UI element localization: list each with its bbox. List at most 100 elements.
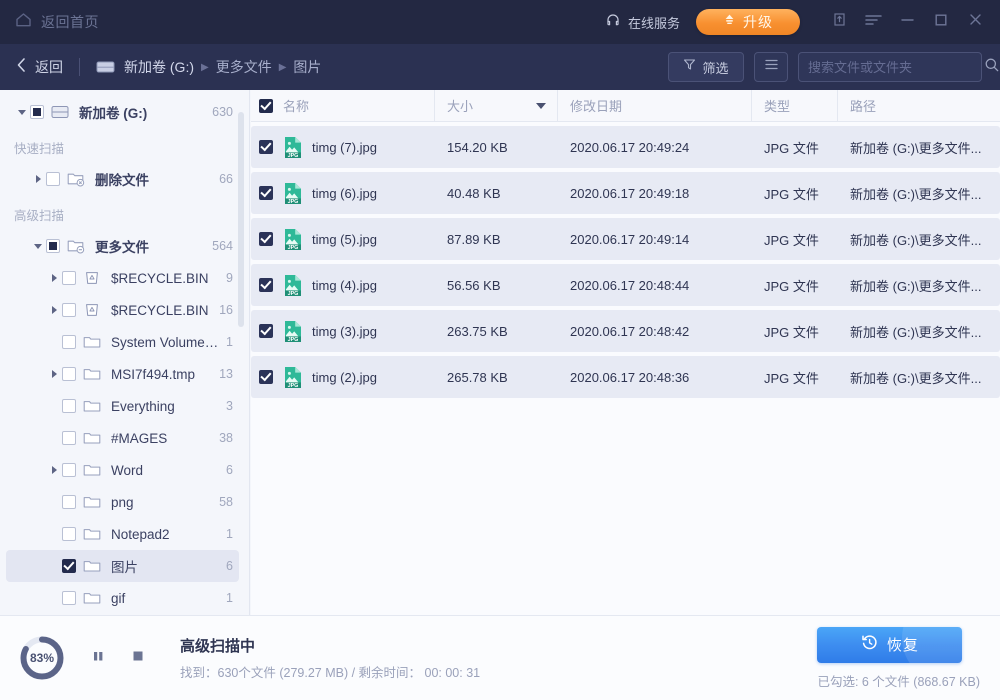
column-label-path: 路径 [850, 96, 876, 115]
tree-item-checkbox[interactable] [62, 303, 76, 317]
tree-item-checkbox[interactable] [46, 239, 60, 253]
tree-item-notepad2[interactable]: Notepad21 [6, 518, 239, 550]
column-label-type: 类型 [764, 96, 790, 115]
row-checkbox[interactable] [259, 140, 273, 154]
column-header-size[interactable]: 大小 [435, 90, 558, 121]
folder-tree: 新加卷 (G:)630快速扫描删除文件66高级扫描更多文件564$RECYCLE… [0, 90, 249, 615]
tree-item-checkbox[interactable] [62, 399, 76, 413]
tree-item-checkbox[interactable] [62, 559, 76, 573]
expand-arrow-down-icon[interactable] [30, 244, 46, 249]
tree-item-checkbox[interactable] [62, 463, 76, 477]
tree-item-checkbox[interactable] [30, 105, 44, 119]
tree-item-label: 更多文件 [95, 236, 206, 256]
row-checkbox[interactable] [259, 186, 273, 200]
menu-button[interactable] [856, 0, 890, 44]
jpg-file-icon: JPG [283, 366, 303, 389]
scan-status: 高级扫描中 找到：630个文件 (279.27 MB) / 剩余时间： 00: … [180, 635, 480, 681]
tree-item-checkbox[interactable] [62, 367, 76, 381]
expand-arrow-down-icon[interactable] [14, 110, 30, 115]
drive-icon [96, 59, 115, 75]
filter-button[interactable]: 筛选 [668, 52, 744, 82]
expand-arrow-right-icon[interactable] [46, 466, 62, 474]
table-row[interactable]: JPGtimg (6).jpg40.48 KB2020.06.17 20:49:… [251, 172, 1000, 214]
tree-item-word[interactable]: Word6 [6, 454, 239, 486]
app-window: 返回首页 在线服务 升级 [0, 0, 1000, 700]
tree-item-checkbox[interactable] [62, 527, 76, 541]
breadcrumb-arrow-icon: ▶ [201, 62, 209, 73]
file-name-label: timg (5).jpg [312, 232, 377, 247]
tree-item-png[interactable]: png58 [6, 486, 239, 518]
tree-item-label: Notepad2 [111, 527, 220, 542]
tree-item-msi7f494-tmp[interactable]: MSI7f494.tmp13 [6, 358, 239, 390]
expand-arrow-right-icon[interactable] [46, 274, 62, 282]
table-row[interactable]: JPGtimg (2).jpg265.78 KB2020.06.17 20:48… [251, 356, 1000, 398]
search-icon[interactable] [984, 57, 1000, 78]
back-button[interactable]: 返回 [16, 57, 63, 78]
recycle-bin-icon [83, 270, 103, 286]
row-checkbox[interactable] [259, 278, 273, 292]
sidebar-scrollbar[interactable] [238, 112, 244, 327]
cell-name: JPGtimg (2).jpg [251, 366, 435, 389]
tree-item-更多文件[interactable]: 更多文件564 [6, 230, 239, 262]
column-header-path[interactable]: 路径 [838, 90, 1000, 121]
nav-actions: 筛选 [668, 52, 982, 82]
close-button[interactable] [958, 0, 992, 44]
expand-arrow-right-icon[interactable] [46, 306, 62, 314]
cell-name: JPGtimg (3).jpg [251, 320, 435, 343]
tree-item-图片[interactable]: 图片6 [6, 550, 239, 582]
folder-icon [83, 334, 103, 350]
tree-item-gif[interactable]: gif1 [6, 582, 239, 614]
table-row[interactable]: JPGtimg (5).jpg87.89 KB2020.06.17 20:49:… [251, 218, 1000, 260]
tree-item-everything[interactable]: Everything3 [6, 390, 239, 422]
tree-item-checkbox[interactable] [62, 335, 76, 349]
expand-arrow-right-icon[interactable] [30, 175, 46, 183]
tree-item-count: 58 [219, 495, 239, 509]
progress-percent-label: 83% [18, 634, 66, 682]
tree-item-system-volume-inf-[interactable]: System Volume Inf...1 [6, 326, 239, 358]
cell-size: 265.78 KB [435, 370, 558, 385]
cell-type: JPG 文件 [752, 230, 838, 249]
column-header-name[interactable]: 名称 [251, 90, 435, 121]
tree-item-删除文件[interactable]: 删除文件66 [6, 163, 239, 195]
tree-item-新加卷-g-[interactable]: 新加卷 (G:)630 [6, 96, 239, 128]
search-input[interactable] [808, 60, 984, 75]
online-service-button[interactable]: 在线服务 [605, 12, 680, 33]
row-checkbox[interactable] [259, 324, 273, 338]
tree-item--recycle-bin[interactable]: $RECYCLE.BIN16 [6, 294, 239, 326]
expand-arrow-right-icon[interactable] [46, 370, 62, 378]
column-header-date[interactable]: 修改日期 [558, 90, 752, 121]
list-view-button[interactable] [754, 52, 788, 82]
table-row[interactable]: JPGtimg (7).jpg154.20 KB2020.06.17 20:49… [251, 126, 1000, 168]
row-checkbox[interactable] [259, 232, 273, 246]
restore-button[interactable]: 恢复 [817, 627, 962, 663]
stop-button[interactable] [124, 644, 152, 672]
breadcrumb-item-1[interactable]: 更多文件 [216, 57, 272, 77]
cell-name: JPGtimg (7).jpg [251, 136, 435, 159]
breadcrumb-item-0[interactable]: 新加卷 (G:) [124, 57, 194, 77]
tree-item-checkbox[interactable] [46, 172, 60, 186]
home-button[interactable]: 返回首页 [15, 12, 99, 33]
tree-item-checkbox[interactable] [62, 431, 76, 445]
chevron-left-icon [16, 57, 27, 78]
column-header-type[interactable]: 类型 [752, 90, 838, 121]
maximize-button[interactable] [924, 0, 958, 44]
table-row[interactable]: JPGtimg (3).jpg263.75 KB2020.06.17 20:48… [251, 310, 1000, 352]
tree-item-checkbox[interactable] [62, 271, 76, 285]
tree-item-checkbox[interactable] [62, 495, 76, 509]
table-row[interactable]: JPGtimg (4).jpg56.56 KB2020.06.17 20:48:… [251, 264, 1000, 306]
tree-item--recycle-bin[interactable]: $RECYCLE.BIN9 [6, 262, 239, 294]
cell-date: 2020.06.17 20:48:36 [558, 370, 752, 385]
upgrade-button[interactable]: 升级 [696, 9, 800, 35]
minimize-button[interactable] [890, 0, 924, 44]
select-all-checkbox[interactable] [259, 99, 273, 113]
sort-descending-icon[interactable] [536, 103, 546, 109]
tree-item--mages[interactable]: #MAGES38 [6, 422, 239, 454]
search-box[interactable] [798, 52, 982, 82]
pause-button[interactable] [84, 644, 112, 672]
share-button[interactable] [822, 0, 856, 44]
tree-item-checkbox[interactable] [62, 591, 76, 605]
tree-item-count: 1 [226, 335, 239, 349]
row-checkbox[interactable] [259, 370, 273, 384]
share-icon [832, 12, 847, 32]
breadcrumb-item-2[interactable]: 图片 [293, 57, 321, 77]
